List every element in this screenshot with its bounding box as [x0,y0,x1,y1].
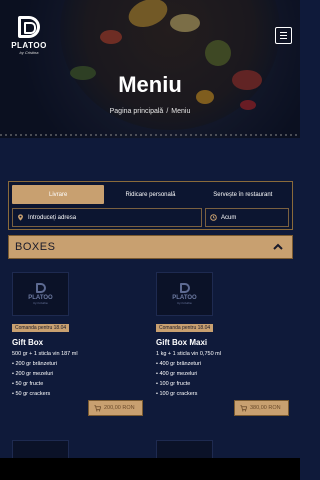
slider-dots [0,134,300,136]
breadcrumb-home[interactable]: Pagina principală [110,108,164,115]
order-date-badge: Comanda pentru 18.04 [156,324,214,332]
price-label: 200,00 RON [104,405,135,411]
page-title: Meniu [118,72,182,97]
location-pin-icon [18,214,23,221]
logo[interactable]: PLATOO by Cristina [8,16,50,60]
logo-name: PLATOO [11,41,47,50]
hamburger-menu-icon[interactable] [275,27,292,44]
product-name[interactable]: Gift Box Maxi [156,338,296,347]
price-label: 380,00 RON [250,405,281,411]
chevron-up-icon[interactable] [272,241,284,253]
tab-delivery[interactable]: Livrare [12,185,105,204]
logo-mark-icon [18,16,40,38]
order-type-tabs: Livrare Ridicare personală Servește în r… [12,185,289,204]
time-value: Acum [221,214,237,221]
add-to-cart-button[interactable]: 200,00 RON [88,400,143,416]
breadcrumb-separator: / [166,108,169,115]
list-item: • 50 gr fructe [12,381,44,387]
list-item: • 400 gr brânzeturi [156,361,202,367]
address-value: Introduceți adresa [28,214,77,221]
breadcrumb: Pagina principală / Meniu [0,108,300,115]
order-date-badge: Comanda pentru 18.04 [12,324,70,332]
product-contents-list: • 200 gr brânzeturi • 200 gr mezeluri • … [12,359,152,399]
list-item: • 200 gr brânzeturi [12,361,58,367]
product-name[interactable]: Gift Box [12,338,152,347]
platoo-logo-icon [35,283,46,293]
tab-pickup[interactable]: Ridicare personală [104,185,196,204]
bottom-bar [0,458,300,480]
clock-icon [210,214,217,221]
time-field[interactable]: Acum [205,208,289,227]
list-item: • 100 gr crackers [156,391,198,397]
order-options-panel: Livrare Ridicare personală Servește în r… [8,181,293,230]
platoo-logo-icon [179,283,190,293]
product-description: 1 kg + 1 sticla vin 0,750 ml [156,351,221,357]
product-image[interactable]: PLATOO by Cristina [156,272,213,316]
product-card[interactable]: PLATOO by Cristina Comanda pentru 18.04 … [12,272,152,399]
list-item: • 400 gr mezeluri [156,371,198,377]
cart-icon [240,404,247,411]
logo-tagline: by Cristina [19,50,39,55]
add-to-cart-button[interactable]: 380,00 RON [234,400,289,416]
cart-icon [94,404,101,411]
list-item: • 100 gr fructe [156,381,191,387]
product-description: 500 gr + 1 sticla vin 187 ml [12,351,78,357]
category-title: BOXES [15,241,56,253]
address-field[interactable]: Introduceți adresa [12,208,202,227]
tab-dine-in[interactable]: Servește în restaurant [197,185,289,204]
breadcrumb-current: Meniu [171,108,191,115]
product-image[interactable]: PLATOO by Cristina [12,272,69,316]
list-item: • 200 gr mezeluri [12,371,54,377]
list-item: • 50 gr crackers [12,391,51,397]
product-image[interactable] [12,440,69,460]
product-image[interactable] [156,440,213,460]
category-header-boxes[interactable]: BOXES [8,235,293,259]
hero-banner: PLATOO by Cristina Meniu Pagina principa… [0,0,300,138]
product-contents-list: • 400 gr brânzeturi • 400 gr mezeluri • … [156,359,296,399]
product-card[interactable]: PLATOO by Cristina Comanda pentru 18.04 … [156,272,296,399]
